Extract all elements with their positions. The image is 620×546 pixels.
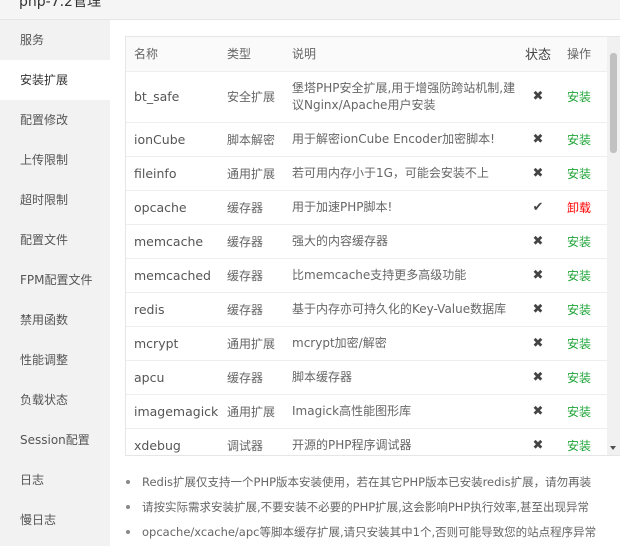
- column-header-name: 名称: [126, 37, 219, 72]
- extension-type: 通用扩展: [219, 394, 284, 429]
- extension-desc: 用于加速PHP脚本!: [284, 190, 517, 225]
- note-item: Redis扩展仅支持一个PHP版本安装使用，若在其它PHP版本已安装redis扩…: [126, 472, 620, 497]
- extension-desc: 若可用内存小于1G，可能会安装不上: [284, 156, 517, 191]
- extension-desc: 堡塔PHP安全扩展,用于增强防跨站机制,建议Nginx/Apache用户安装: [284, 71, 517, 123]
- status-not-installed-icon: ✖: [517, 258, 559, 293]
- extension-desc: 比memcache支持更多高级功能: [284, 258, 517, 293]
- table-row: apcu 缓存器 脚本缓存器 ✖ 安装: [126, 360, 608, 395]
- extension-name: ionCube: [126, 122, 219, 157]
- extension-type: 安全扩展: [219, 71, 284, 123]
- install-button[interactable]: 安装: [567, 133, 591, 147]
- install-button[interactable]: 安装: [567, 439, 591, 453]
- extension-type: 缓存器: [219, 292, 284, 327]
- table-row: bt_safe 安全扩展 堡塔PHP安全扩展,用于增强防跨站机制,建议Nginx…: [126, 71, 608, 123]
- extension-desc: 开源的PHP程序调试器: [284, 428, 517, 455]
- uninstall-button[interactable]: 卸载: [567, 201, 591, 215]
- extension-name: mcrypt: [126, 326, 219, 361]
- note-item: 请按实际需求安装扩展,不要安装不必要的PHP扩展,这会影响PHP执行效率,甚至出…: [126, 497, 620, 522]
- install-button[interactable]: 安装: [567, 371, 591, 385]
- extension-type: 通用扩展: [219, 156, 284, 191]
- status-not-installed-icon: ✖: [517, 394, 559, 429]
- table-row: memcache 缓存器 强大的内容缓存器 ✖ 安装: [126, 224, 608, 259]
- table-row: memcached 缓存器 比memcache支持更多高级功能 ✖ 安装: [126, 258, 608, 293]
- install-button[interactable]: 安装: [567, 303, 591, 317]
- sidebar-item-disabled-functions[interactable]: 禁用函数: [0, 300, 110, 340]
- table-row: mcrypt 通用扩展 mcrypt加密/解密 ✖ 安装: [126, 326, 608, 361]
- extension-name: memcache: [126, 224, 219, 259]
- table-row: redis 缓存器 基于内存亦可持久化的Key-Value数据库 ✖ 安装: [126, 292, 608, 327]
- status-not-installed-icon: ✖: [517, 292, 559, 327]
- status-not-installed-icon: ✖: [517, 326, 559, 361]
- sidebar-item-install-extensions[interactable]: 安装扩展: [0, 60, 110, 100]
- status-not-installed-icon: ✖: [517, 71, 559, 123]
- note-item: opcache/xcache/apc等脚本缓存扩展,请只安装其中1个,否则可能导…: [126, 522, 620, 546]
- status-not-installed-icon: ✖: [517, 156, 559, 191]
- column-header-type: 类型: [219, 37, 284, 72]
- extensions-table: 名称 类型 说明 状态 操作 bt_safe 安全扩展 堡塔PHP安全扩展,用于…: [126, 37, 608, 455]
- column-header-op: 操作: [559, 37, 608, 72]
- sidebar-item-timeout-limit[interactable]: 超时限制: [0, 180, 110, 220]
- window-title-bar: php-7.2管理: [0, 0, 620, 20]
- extension-name: opcache: [126, 190, 219, 225]
- install-button[interactable]: 安装: [567, 167, 591, 181]
- extension-name: xdebug: [126, 428, 219, 455]
- extension-type: 缓存器: [219, 190, 284, 225]
- install-button[interactable]: 安装: [567, 405, 591, 419]
- sidebar-item-session-config[interactable]: Session配置: [0, 420, 110, 460]
- table-row: opcache 缓存器 用于加速PHP脚本! ✔ 卸载: [126, 190, 608, 225]
- window-title: php-7.2管理: [19, 0, 101, 10]
- table-row: imagemagick 通用扩展 Imagick高性能图形库 ✖ 安装: [126, 394, 608, 429]
- status-not-installed-icon: ✖: [517, 428, 559, 455]
- extension-name: bt_safe: [126, 71, 219, 123]
- sidebar-item-load-status[interactable]: 负载状态: [0, 380, 110, 420]
- status-not-installed-icon: ✖: [517, 224, 559, 259]
- install-button[interactable]: 安装: [567, 337, 591, 351]
- table-scrollbar[interactable]: [607, 37, 620, 455]
- sidebar-item-performance-tuning[interactable]: 性能调整: [0, 340, 110, 380]
- status-not-installed-icon: ✖: [517, 122, 559, 157]
- install-button[interactable]: 安装: [567, 90, 591, 104]
- sidebar-item-service[interactable]: 服务: [0, 20, 110, 60]
- sidebar-item-config-file[interactable]: 配置文件: [0, 220, 110, 260]
- table-header-row: 名称 类型 说明 状态 操作: [126, 37, 608, 72]
- sidebar-item-slow-log[interactable]: 慢日志: [0, 500, 110, 540]
- extension-type: 缓存器: [219, 258, 284, 293]
- table-row: fileinfo 通用扩展 若可用内存小于1G，可能会安装不上 ✖ 安装: [126, 156, 608, 191]
- extension-name: redis: [126, 292, 219, 327]
- status-installed-icon: ✔: [517, 190, 559, 225]
- column-header-desc: 说明: [284, 37, 517, 72]
- extension-desc: 基于内存亦可持久化的Key-Value数据库: [284, 292, 517, 327]
- sidebar-item-fpm-config-file[interactable]: FPM配置文件: [0, 260, 110, 300]
- extension-name: apcu: [126, 360, 219, 395]
- extension-type: 调试器: [219, 428, 284, 455]
- extension-name: imagemagick: [126, 394, 219, 429]
- extension-desc: Imagick高性能图形库: [284, 394, 517, 429]
- sidebar-item-upload-limit[interactable]: 上传限制: [0, 140, 110, 180]
- notes-list: Redis扩展仅支持一个PHP版本安装使用，若在其它PHP版本已安装redis扩…: [126, 472, 620, 546]
- sidebar-item-log[interactable]: 日志: [0, 460, 110, 500]
- extensions-table-container: 名称 类型 说明 状态 操作 bt_safe 安全扩展 堡塔PHP安全扩展,用于…: [125, 36, 620, 456]
- column-header-status: 状态: [517, 37, 559, 72]
- extension-desc: 脚本缓存器: [284, 360, 517, 395]
- extension-type: 缓存器: [219, 224, 284, 259]
- install-button[interactable]: 安装: [567, 235, 591, 249]
- table-row: ionCube 脚本解密 用于解密ionCube Encoder加密脚本! ✖ …: [126, 122, 608, 157]
- sidebar: 服务 安装扩展 配置修改 上传限制 超时限制 配置文件 FPM配置文件 禁用函数…: [0, 20, 110, 546]
- extension-name: fileinfo: [126, 156, 219, 191]
- extension-type: 缓存器: [219, 360, 284, 395]
- extension-desc: mcrypt加密/解密: [284, 326, 517, 361]
- table-row: xdebug 调试器 开源的PHP程序调试器 ✖ 安装: [126, 428, 608, 455]
- extension-name: memcached: [126, 258, 219, 293]
- install-button[interactable]: 安装: [567, 269, 591, 283]
- status-not-installed-icon: ✖: [517, 360, 559, 395]
- extension-desc: 强大的内容缓存器: [284, 224, 517, 259]
- sidebar-item-config-edit[interactable]: 配置修改: [0, 100, 110, 140]
- scroll-down-arrow-icon[interactable]: [610, 446, 616, 450]
- extension-type: 脚本解密: [219, 122, 284, 157]
- extension-type: 通用扩展: [219, 326, 284, 361]
- scrollbar-thumb[interactable]: [610, 53, 617, 153]
- extension-desc: 用于解密ionCube Encoder加密脚本!: [284, 122, 517, 157]
